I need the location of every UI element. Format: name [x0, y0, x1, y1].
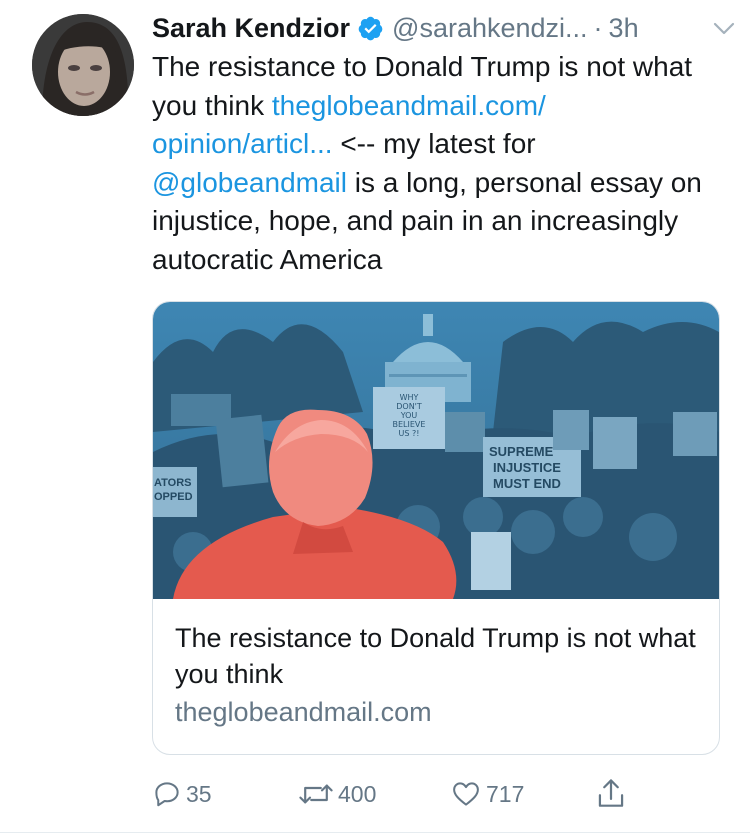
timestamp[interactable]: 3h: [609, 13, 639, 44]
link-card[interactable]: WHY DON'T YOU BELIEVE US ?! SUPREME INJUSTICE…: [152, 301, 720, 755]
retweet-count: 400: [338, 780, 377, 807]
retweet-button[interactable]: 400: [298, 774, 376, 814]
divider: [0, 832, 750, 833]
tweet-header: Sarah Kendzior @sarahkendzi... · 3h: [152, 8, 730, 48]
reply-icon: [155, 782, 179, 807]
retweet-icon: [299, 784, 333, 804]
verified-badge-icon: [358, 16, 383, 40]
avatar-image: [32, 14, 134, 116]
author-name[interactable]: Sarah Kendzior: [152, 13, 350, 44]
tweet-text-part2: <-- my latest for: [332, 128, 536, 159]
separator-dot: ·: [593, 12, 603, 43]
action-bar: 35 400 717: [152, 774, 652, 814]
chevron-down-icon[interactable]: [712, 18, 736, 38]
tweet-text: The resistance to Donald Trump is not wh…: [152, 48, 732, 279]
like-count: 717: [486, 780, 525, 807]
card-domain: theglobeandmail.com: [175, 697, 432, 727]
like-button[interactable]: 717: [450, 774, 524, 814]
share-icon: [598, 779, 624, 807]
reply-count: 35: [186, 780, 212, 807]
heart-icon: [453, 782, 479, 806]
card-title[interactable]: The resistance to Donald Trump is not wh…: [175, 620, 705, 692]
author-handle[interactable]: @sarahkendzi...: [392, 13, 588, 44]
card-image[interactable]: WHY DON'T YOU BELIEVE US ?! SUPREME INJUSTICE…: [153, 302, 719, 599]
avatar[interactable]: [32, 14, 134, 116]
share-button[interactable]: [596, 774, 626, 814]
reply-button[interactable]: 35: [152, 774, 212, 814]
tweet: Sarah Kendzior @sarahkendzi... · 3h The …: [0, 0, 750, 840]
mention-link[interactable]: @globeandmail: [152, 167, 347, 198]
sign-supreme-injustice: SUPREME INJUSTICE MUST END: [489, 444, 561, 491]
